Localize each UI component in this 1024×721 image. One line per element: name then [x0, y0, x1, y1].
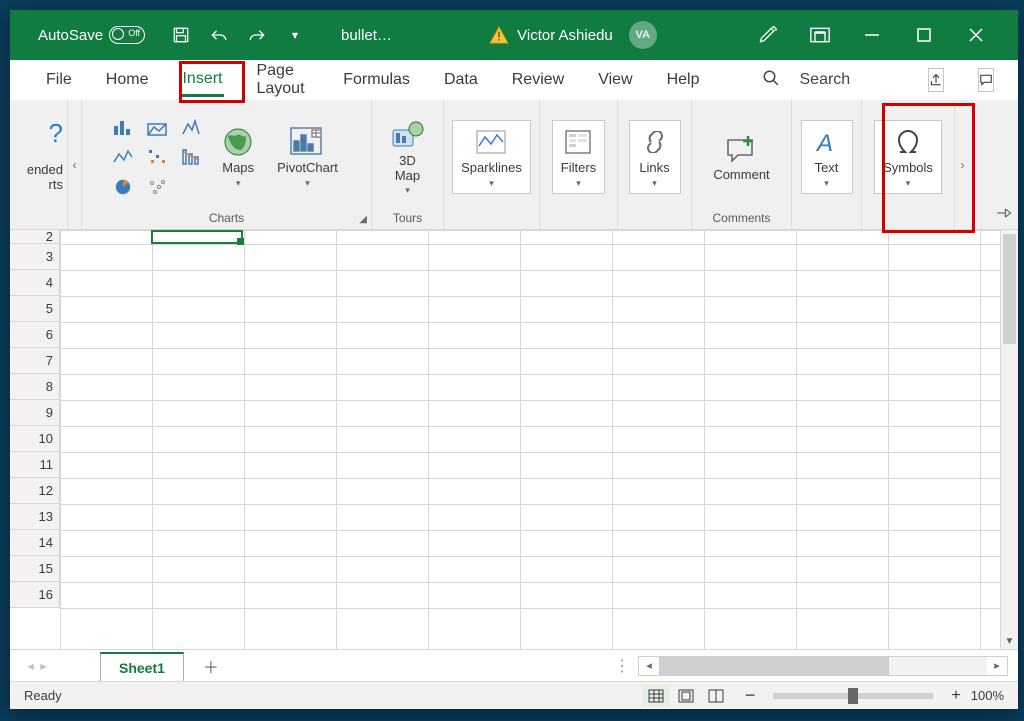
row-header[interactable]: 4	[10, 270, 60, 296]
share-button[interactable]	[928, 68, 944, 92]
sheet-tab-bar: ◂ ▸ Sheet1 ＋ ⋮ ◂▸	[10, 649, 1018, 681]
new-sheet-button[interactable]: ＋	[198, 653, 224, 679]
sheet-nav-arrows[interactable]: ◂ ▸	[10, 659, 50, 673]
close-button[interactable]	[962, 21, 990, 49]
maximize-button[interactable]	[910, 21, 938, 49]
group-label-tours: Tours	[393, 208, 422, 227]
tab-help[interactable]: Help	[665, 65, 702, 95]
group-label-charts: Charts	[209, 208, 244, 227]
cell-selection	[151, 230, 243, 244]
avatar[interactable]: VA	[629, 21, 657, 49]
chart-type-gallery[interactable]	[109, 114, 205, 200]
row-header[interactable]: 14	[10, 530, 60, 556]
row-header[interactable]: 15	[10, 556, 60, 582]
links-button[interactable]: Links▾	[629, 120, 681, 194]
tab-view[interactable]: View	[596, 65, 634, 95]
tab-file[interactable]: File	[44, 65, 74, 95]
new-comment-button[interactable]: Comment	[707, 130, 775, 185]
3d-map-button[interactable]: 3D Map▾	[385, 116, 431, 199]
row-header[interactable]: 7	[10, 348, 60, 374]
charts-dialog-launcher[interactable]: ◢	[359, 214, 367, 225]
filters-button[interactable]: Filters▾	[552, 120, 605, 194]
group-label-comments: Comments	[712, 208, 770, 227]
qat-customize-icon[interactable]: ▾	[285, 25, 305, 45]
row-header[interactable]: 8	[10, 374, 60, 400]
symbols-button[interactable]: Symbols▾	[874, 120, 942, 194]
text-button[interactable]: A Text▾	[801, 120, 853, 194]
view-normal-icon[interactable]	[642, 685, 670, 707]
autosave-toggle[interactable]: AutoSave Off	[38, 26, 145, 44]
maps-button[interactable]: Maps▾	[215, 123, 261, 191]
tell-me-search[interactable]: Search	[800, 71, 851, 89]
vertical-scrollbar[interactable]: ▼	[1000, 230, 1018, 649]
zoom-in-button[interactable]: +	[951, 687, 960, 705]
undo-button[interactable]	[209, 25, 229, 45]
row-header[interactable]: 10	[10, 426, 60, 452]
zoom-out-button[interactable]: −	[745, 685, 756, 706]
status-bar: Ready − + 100%	[10, 681, 1018, 709]
tab-home[interactable]: Home	[104, 65, 151, 95]
ribbon-display-icon[interactable]	[806, 21, 834, 49]
sparklines-button[interactable]: Sparklines▾	[452, 120, 531, 194]
ribbon-insert: ? endedrts ‹ Maps▾	[10, 100, 1018, 230]
view-page-break-icon[interactable]	[702, 685, 730, 707]
row-header[interactable]: 3	[10, 244, 60, 270]
title-bar: AutoSave Off ▾ bullet… Victor A	[10, 10, 1018, 60]
ribbon-tabs: File Home Insert Page Layout Formulas Da…	[10, 60, 1018, 100]
row-header[interactable]: 12	[10, 478, 60, 504]
collapse-ribbon-pin[interactable]	[996, 206, 1012, 223]
excel-window: AutoSave Off ▾ bullet… Victor A	[10, 10, 1018, 709]
tab-formulas[interactable]: Formulas	[341, 65, 412, 95]
ribbon-scroll-left[interactable]: ‹	[68, 100, 82, 229]
row-header[interactable]: 5	[10, 296, 60, 322]
zoom-slider[interactable]	[773, 693, 933, 699]
ribbon-scroll-right[interactable]: ›	[954, 100, 970, 229]
warning-icon	[489, 26, 509, 44]
svg-text:A: A	[815, 130, 833, 155]
document-title: bullet…	[341, 27, 392, 44]
status-ready: Ready	[24, 688, 62, 703]
autosave-label: AutoSave	[38, 27, 103, 44]
tab-page-layout[interactable]: Page Layout	[254, 56, 311, 104]
redo-button[interactable]	[247, 25, 267, 45]
username-label: Victor Ashiedu	[517, 27, 613, 44]
draw-mode-icon[interactable]	[754, 21, 782, 49]
horizontal-scrollbar[interactable]: ◂▸	[638, 656, 1008, 676]
row-header[interactable]: 6	[10, 322, 60, 348]
save-icon[interactable]	[171, 25, 191, 45]
pivotchart-button[interactable]: PivotChart▾	[271, 123, 344, 191]
view-page-layout-icon[interactable]	[672, 685, 700, 707]
tab-data[interactable]: Data	[442, 65, 480, 95]
tab-insert[interactable]: Insert	[180, 64, 224, 97]
sheet-tab-sheet1[interactable]: Sheet1	[100, 652, 184, 682]
row-header[interactable]: 16	[10, 582, 60, 608]
minimize-button[interactable]	[858, 21, 886, 49]
worksheet-grid[interactable]: 2345678910111213141516 ▼	[10, 230, 1018, 649]
tab-review[interactable]: Review	[510, 65, 566, 95]
comments-pane-button[interactable]	[978, 68, 994, 92]
zoom-level[interactable]: 100%	[971, 688, 1004, 703]
row-header[interactable]: 13	[10, 504, 60, 530]
recommended-charts-button[interactable]: ? endedrts	[10, 100, 68, 229]
search-icon[interactable]	[762, 69, 780, 92]
row-header[interactable]: 11	[10, 452, 60, 478]
row-header[interactable]: 9	[10, 400, 60, 426]
